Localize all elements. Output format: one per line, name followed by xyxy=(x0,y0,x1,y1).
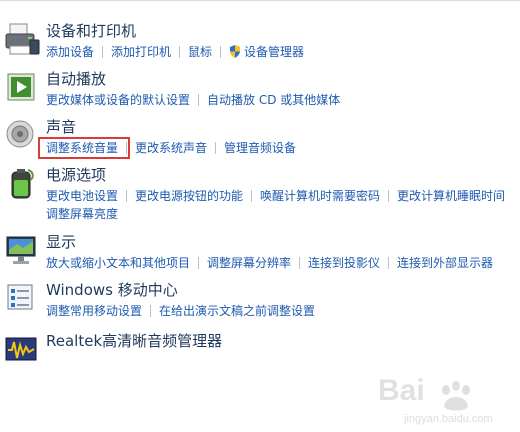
link-separator xyxy=(198,94,200,106)
link-separator xyxy=(179,46,181,58)
link-separator xyxy=(126,190,128,202)
uac-shield-icon xyxy=(230,45,241,58)
link-adjust-system-volume[interactable]: 调整系统音量 xyxy=(46,139,118,157)
watermark-subtext: jingyan.baidu.com xyxy=(403,413,493,425)
baidu-watermark-logo: Bai jingyan.baidu.com xyxy=(378,374,493,425)
realtek-audio-icon xyxy=(5,337,37,361)
link-connect-projector[interactable]: 连接到投影仪 xyxy=(308,254,380,272)
link-separator xyxy=(215,142,217,154)
link-mouse[interactable]: 鼠标 xyxy=(188,43,212,61)
link-separator xyxy=(220,46,222,58)
category-title-display[interactable]: 显示 xyxy=(46,233,76,251)
autoplay-icon xyxy=(7,73,35,101)
link-change-system-sounds[interactable]: 更改系统声音 xyxy=(135,139,207,157)
link-separator xyxy=(299,257,301,269)
category-title-mobility[interactable]: Windows 移动中心 xyxy=(46,281,178,299)
link-separator xyxy=(198,257,200,269)
watermark-text: Bai xyxy=(378,374,425,407)
category-title-realtek[interactable]: Realtek高清晰音频管理器 xyxy=(46,332,222,350)
link-change-sleep-time[interactable]: 更改计算机睡眠时间 xyxy=(397,187,505,205)
link-separator xyxy=(150,305,152,317)
link-connect-external-display[interactable]: 连接到外部显示器 xyxy=(397,254,493,272)
printer-icon xyxy=(5,23,40,55)
link-presentation-settings[interactable]: 在给出演示文稿之前调整设置 xyxy=(159,302,315,320)
link-require-password-wake[interactable]: 唤醒计算机时需要密码 xyxy=(260,187,380,205)
battery-icon xyxy=(11,169,34,199)
link-separator xyxy=(388,190,390,202)
link-change-media-defaults[interactable]: 更改媒体或设备的默认设置 xyxy=(46,91,190,109)
link-separator xyxy=(388,257,390,269)
link-adjust-brightness[interactable]: 调整屏幕亮度 xyxy=(46,205,118,223)
link-add-printer[interactable]: 添加打印机 xyxy=(111,43,171,61)
monitor-icon xyxy=(6,236,36,264)
mobility-center-icon xyxy=(7,284,33,310)
link-device-manager[interactable]: 设备管理器 xyxy=(244,43,304,61)
category-title-autoplay[interactable]: 自动播放 xyxy=(46,70,106,88)
category-title-power[interactable]: 电源选项 xyxy=(46,166,106,184)
category-title-devices[interactable]: 设备和打印机 xyxy=(46,22,136,40)
link-autoplay-cd[interactable]: 自动播放 CD 或其他媒体 xyxy=(207,91,340,109)
link-add-device[interactable]: 添加设备 xyxy=(46,43,94,61)
link-adjust-resolution[interactable]: 调整屏幕分辨率 xyxy=(207,254,291,272)
link-separator xyxy=(102,46,104,58)
link-manage-audio-devices[interactable]: 管理音频设备 xyxy=(224,139,296,157)
link-change-battery-settings[interactable]: 更改电池设置 xyxy=(46,187,118,205)
speaker-icon xyxy=(6,120,34,148)
link-adjust-mobility-settings[interactable]: 调整常用移动设置 xyxy=(46,302,142,320)
link-separator xyxy=(251,190,253,202)
top-divider xyxy=(0,0,520,1)
link-zoom-text[interactable]: 放大或缩小文本和其他项目 xyxy=(46,254,190,272)
link-separator xyxy=(126,142,128,154)
link-change-power-buttons[interactable]: 更改电源按钮的功能 xyxy=(135,187,243,205)
category-title-sound[interactable]: 声音 xyxy=(46,118,76,136)
